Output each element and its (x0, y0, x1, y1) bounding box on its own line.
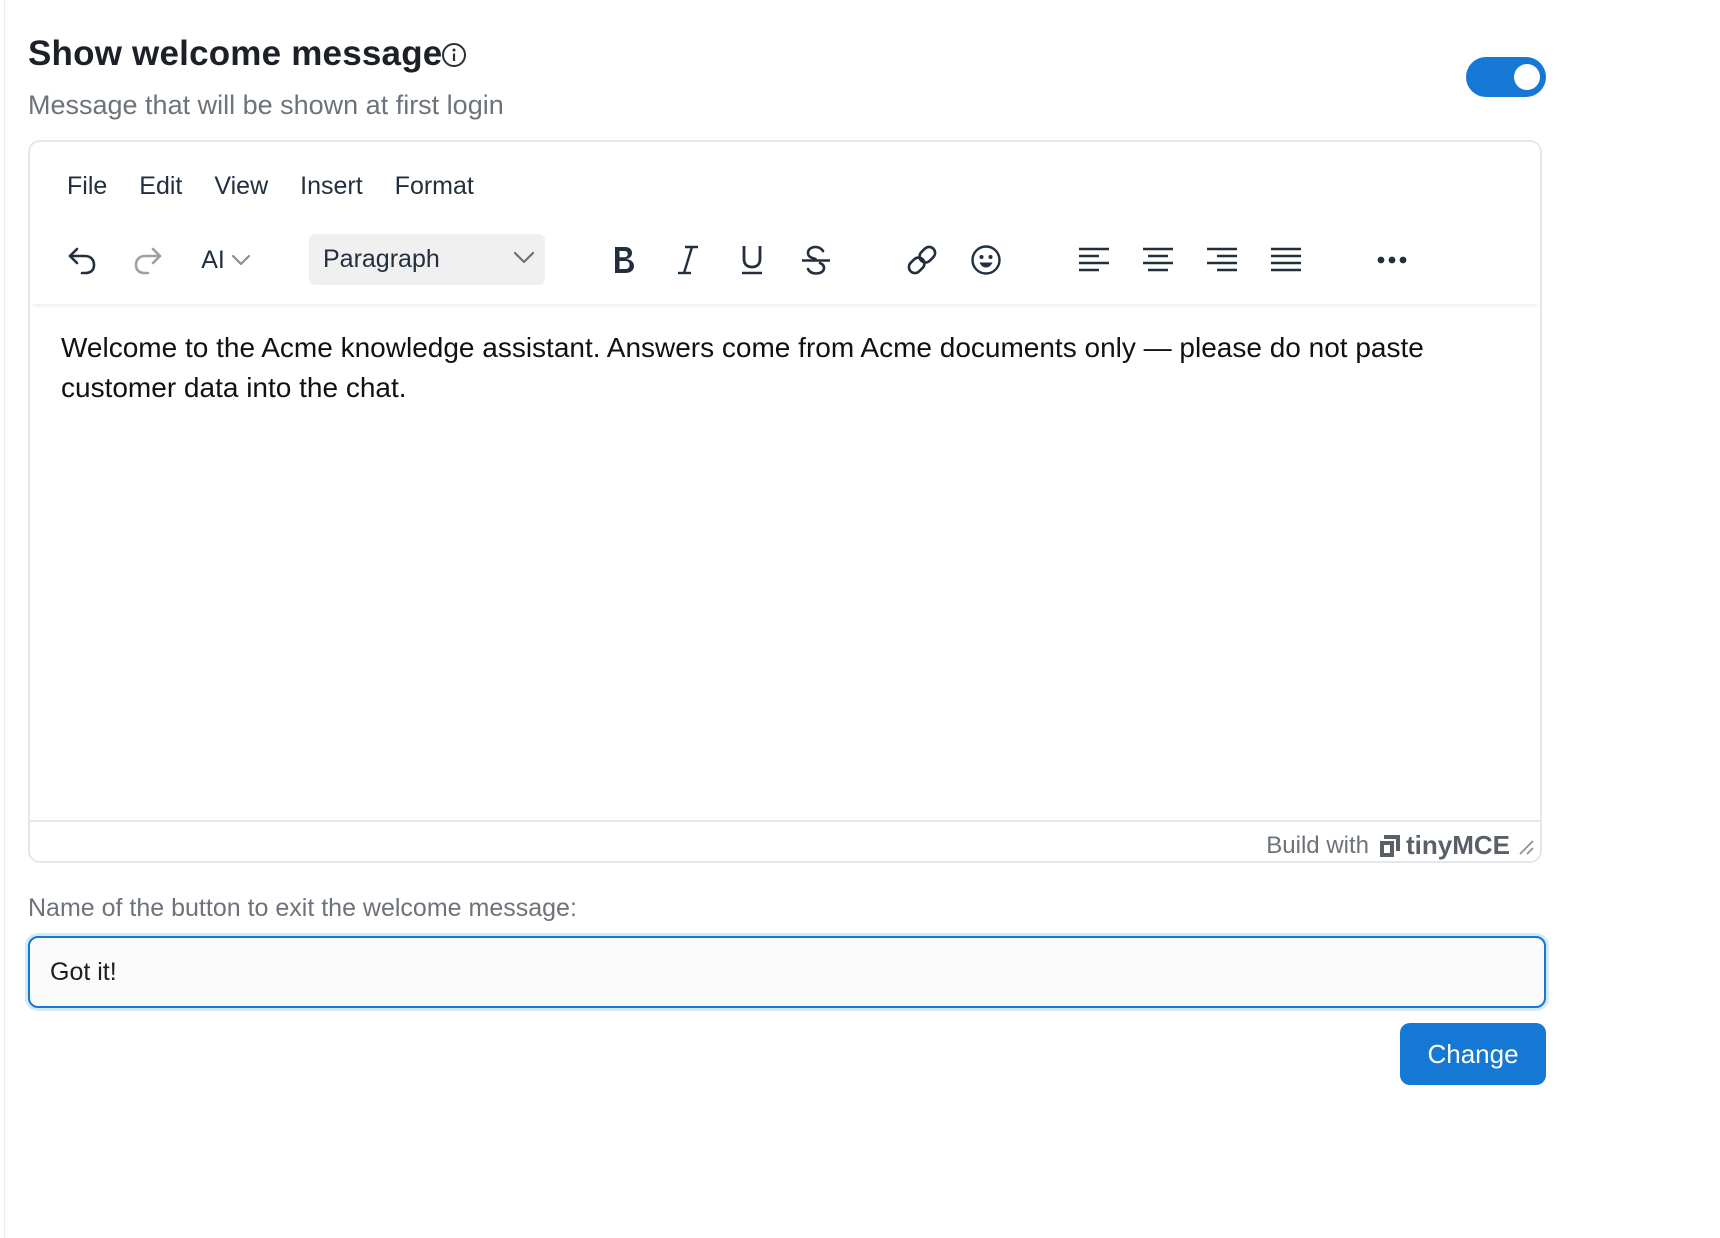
align-center-button[interactable] (1136, 234, 1180, 286)
menu-edit[interactable]: Edit (123, 164, 198, 212)
undo-button[interactable] (60, 234, 104, 286)
italic-icon (676, 243, 700, 277)
editor-content[interactable]: Welcome to the Acme knowledge assistant.… (61, 328, 1521, 408)
align-left-button[interactable] (1072, 234, 1116, 286)
page-title: Show welcome message (28, 34, 443, 73)
undo-icon (65, 243, 99, 277)
rich-text-editor: File Edit View Insert Format AI Paragrap… (28, 140, 1542, 863)
underline-button[interactable] (730, 234, 774, 286)
change-button[interactable]: Change (1400, 1023, 1546, 1085)
align-right-button[interactable] (1200, 234, 1244, 286)
exit-button-name-input[interactable] (28, 936, 1546, 1008)
menu-insert[interactable]: Insert (284, 164, 379, 212)
tinymce-logo: tinyMCE (1378, 830, 1510, 861)
ai-dropdown[interactable]: AI (196, 234, 256, 286)
align-left-icon (1078, 245, 1110, 275)
strikethrough-button[interactable] (794, 234, 838, 286)
exit-button-name-label: Name of the button to exit the welcome m… (28, 894, 577, 922)
resize-handle-icon[interactable] (1517, 838, 1535, 861)
more-button[interactable] (1370, 234, 1414, 286)
align-justify-icon (1270, 245, 1302, 275)
welcome-message-toggle[interactable] (1466, 57, 1546, 97)
toggle-knob (1514, 64, 1540, 90)
info-icon[interactable] (441, 42, 467, 68)
page-subtitle: Message that will be shown at first logi… (28, 90, 504, 120)
emoji-icon (970, 244, 1002, 276)
chevron-down-icon (513, 249, 535, 270)
block-format-select[interactable]: Paragraph (309, 234, 545, 285)
italic-button[interactable] (666, 234, 710, 286)
chevron-down-icon (231, 253, 251, 267)
link-button[interactable] (900, 234, 944, 286)
editor-header: File Edit View Insert Format AI Paragrap… (30, 142, 1540, 304)
align-center-icon (1142, 245, 1174, 275)
menu-file[interactable]: File (51, 164, 123, 212)
redo-button[interactable] (126, 234, 170, 286)
bold-button[interactable] (602, 234, 646, 286)
more-icon (1376, 255, 1408, 265)
tinymce-branding[interactable]: Build with tinyMCE (1266, 830, 1510, 861)
align-right-icon (1206, 245, 1238, 275)
link-icon (905, 243, 939, 277)
brand-text: Build with (1266, 831, 1369, 859)
underline-icon (739, 243, 765, 277)
ai-label: AI (201, 245, 225, 274)
editor-statusbar: Build with tinyMCE (30, 820, 1540, 861)
bold-icon (611, 243, 637, 277)
tinymce-logo-icon (1380, 834, 1400, 857)
block-format-value: Paragraph (323, 245, 440, 273)
align-justify-button[interactable] (1264, 234, 1308, 286)
brand-name: tinyMCE (1406, 830, 1510, 860)
strikethrough-icon (800, 243, 832, 277)
emoji-button[interactable] (964, 234, 1008, 286)
redo-icon (131, 243, 165, 277)
settings-header: Show welcome message Message that will b… (28, 30, 1548, 130)
editor-menubar: File Edit View Insert Format (51, 164, 490, 212)
menu-view[interactable]: View (198, 164, 284, 212)
menu-format[interactable]: Format (379, 164, 490, 212)
left-divider (4, 0, 5, 1238)
